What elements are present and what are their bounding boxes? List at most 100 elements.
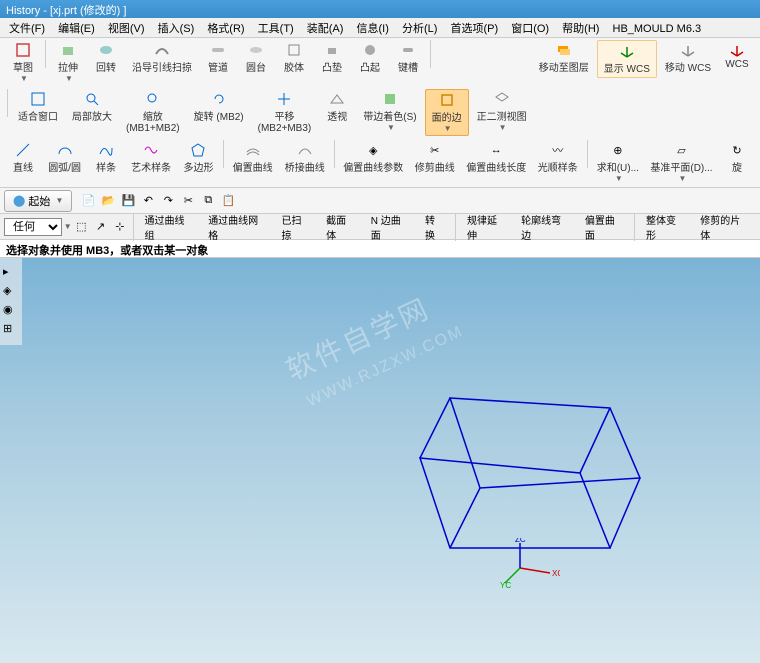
tool-1[interactable]: ▸ [3, 265, 19, 281]
layer-icon [556, 42, 572, 58]
face-edge-icon [439, 92, 455, 108]
menu-assembly[interactable]: 装配(A) [302, 23, 349, 35]
polygon-icon [190, 142, 206, 158]
paste-icon[interactable]: 📋 [220, 193, 236, 209]
menu-info[interactable]: 信息(I) [352, 23, 394, 35]
boss-button[interactable]: 凸起 [352, 40, 388, 76]
trimetric-icon [494, 91, 510, 107]
extrude-button[interactable]: 拉伸▼ [50, 40, 86, 85]
filter-icon-3[interactable]: ⊹ [112, 219, 127, 235]
wheel-bend-button[interactable]: 轮廓线弯边 [515, 211, 575, 243]
menu-edit[interactable]: 编辑(E) [53, 23, 100, 35]
menu-window[interactable]: 窗口(O) [506, 23, 554, 35]
pan-button[interactable]: 平移(MB2+MB3) [252, 89, 318, 136]
move-layer-button[interactable]: 移动至图层 [533, 40, 595, 76]
rotate2-button[interactable]: ↻旋 [719, 140, 755, 176]
tube-button[interactable]: 管道 [200, 40, 236, 76]
show-wcs-button[interactable]: 显示 WCS [597, 40, 657, 78]
tool-2[interactable]: ◈ [3, 284, 19, 300]
keyslot-button[interactable]: 键槽 [390, 40, 426, 76]
menu-tools[interactable]: 工具(T) [253, 23, 299, 35]
filter-icon-2[interactable]: ↗ [93, 219, 108, 235]
ribbon-row-1: 草图▼ 拉伸▼ 回转 沿导引线扫掠 管道 圆台 胶体 凸垫 凸起 键槽 移动至图… [0, 38, 760, 87]
swept-button[interactable]: 已扫掠 [275, 211, 316, 243]
smooth-spline-button[interactable]: 〰光顺样条 [533, 140, 583, 176]
edge-color-button[interactable]: 带边着色(S)▼ [357, 89, 422, 134]
filter-icon-1[interactable]: ⬚ [74, 219, 89, 235]
extend-button[interactable]: 规律延伸 [461, 211, 511, 243]
shade-icon [382, 91, 398, 107]
smooth-icon: 〰 [550, 142, 566, 158]
status-text: 选择对象并使用 MB3，或者双击某一对象 [6, 245, 208, 257]
pad-button[interactable]: 凸垫 [314, 40, 350, 76]
offset-surf-button[interactable]: 偏置曲面 [579, 211, 629, 243]
bridge-curve-button[interactable]: 桥接曲线 [280, 140, 330, 176]
menu-format[interactable]: 格式(R) [202, 23, 249, 35]
datum-plane-button[interactable]: ▱基准平面(D)...▼ [646, 140, 717, 185]
extrude-icon [60, 42, 76, 58]
menu-analysis[interactable]: 分析(L) [397, 23, 442, 35]
tool-3[interactable]: ◉ [3, 303, 19, 319]
face-edge-button[interactable]: 面的边▼ [425, 89, 469, 136]
save-icon[interactable]: 💾 [120, 193, 136, 209]
sum-button[interactable]: ⊕求和(U)...▼ [592, 140, 644, 185]
trim-sheet-button[interactable]: 修剪的片体 [694, 211, 754, 243]
move-wcs-button[interactable]: 移动 WCS [659, 40, 717, 76]
perspective-button[interactable]: 透视 [319, 89, 355, 125]
polygon-button[interactable]: 多边形 [178, 140, 219, 176]
disk-icon [248, 42, 264, 58]
wcs-move-icon [680, 42, 696, 58]
sketch-button[interactable]: 草图▼ [5, 40, 41, 85]
wcs-show-icon [619, 43, 635, 59]
zoom-area-icon [84, 91, 100, 107]
art-spline-button[interactable]: 艺术样条 [126, 140, 176, 176]
art-spline-icon [143, 142, 159, 158]
menu-file[interactable]: 文件(F) [4, 23, 50, 35]
wcs-button[interactable]: WCS [719, 40, 755, 72]
n-surface-button[interactable]: N 边曲面 [365, 211, 415, 243]
zoom-button[interactable]: 缩放(MB1+MB2) [120, 89, 186, 136]
menu-hbmould[interactable]: HB_MOULD M6.3 [608, 23, 707, 35]
title-bar: History - [xj.prt (修改的) ] [0, 0, 760, 18]
through-mesh-button[interactable]: 通过曲线网格 [202, 211, 271, 243]
global-deform-button[interactable]: 整体变形 [640, 211, 690, 243]
viewport[interactable]: ▸ ◈ ◉ ⊞ 软件自学网 WWW.RJZXW.COM XC YC ZC [0, 258, 760, 663]
plane-icon: ▱ [673, 142, 689, 158]
disk-button[interactable]: 圆台 [238, 40, 274, 76]
menu-view[interactable]: 视图(V) [103, 23, 150, 35]
start-button[interactable]: ⬤ 起始 ▼ [4, 190, 72, 212]
spline-button[interactable]: 样条 [88, 140, 124, 176]
arc-icon [57, 142, 73, 158]
through-curves-button[interactable]: 通过曲线组 [138, 211, 198, 243]
pad-icon [324, 42, 340, 58]
trimetric-button[interactable]: 正二测视图▼ [471, 89, 533, 134]
menu-insert[interactable]: 插入(S) [153, 23, 200, 35]
shell-button[interactable]: 胶体 [276, 40, 312, 76]
menu-help[interactable]: 帮助(H) [557, 23, 604, 35]
filter-select[interactable]: 任何 [4, 218, 62, 236]
arc-button[interactable]: 圆弧/圆 [43, 140, 86, 176]
redo-icon[interactable]: ↷ [160, 193, 176, 209]
trim-curve-button[interactable]: ✂修剪曲线 [410, 140, 460, 176]
edit-curve-param-button[interactable]: ◈偏置曲线参数 [339, 140, 408, 176]
cut-icon[interactable]: ✂ [180, 193, 196, 209]
line-button[interactable]: 直线 [5, 140, 41, 176]
undo-icon[interactable]: ↶ [140, 193, 156, 209]
convert-button[interactable]: 转换 [419, 211, 450, 243]
tool-4[interactable]: ⊞ [3, 322, 19, 338]
wcs-icon [729, 42, 745, 58]
curve-length-button[interactable]: ↔偏置曲线长度 [462, 140, 531, 176]
edit-curve-button[interactable]: 偏置曲线 [228, 140, 278, 176]
menu-bar: 文件(F) 编辑(E) 视图(V) 插入(S) 格式(R) 工具(T) 装配(A… [0, 18, 760, 38]
open-icon[interactable]: 📂 [100, 193, 116, 209]
rotate-button[interactable]: 旋转 (MB2) [188, 89, 250, 125]
section-button[interactable]: 截面体 [320, 211, 361, 243]
revolve-button[interactable]: 回转 [88, 40, 124, 76]
menu-prefs[interactable]: 首选项(P) [445, 23, 503, 35]
local-zoom-button[interactable]: 局部放大 [66, 89, 118, 125]
guide-sweep-button[interactable]: 沿导引线扫掠 [126, 40, 198, 76]
fit-window-button[interactable]: 适合窗口 [12, 89, 64, 125]
new-icon[interactable]: 📄 [80, 193, 96, 209]
copy-icon[interactable]: ⧉ [200, 193, 216, 209]
spline-icon [98, 142, 114, 158]
